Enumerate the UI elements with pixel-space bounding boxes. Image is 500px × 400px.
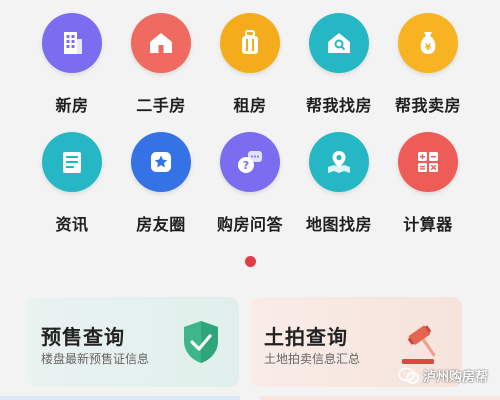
- house-icon: [150, 33, 172, 53]
- calculator-icon: [418, 152, 438, 172]
- menu-item-help-sell-house[interactable]: ¥ 帮我卖房: [383, 13, 473, 116]
- menu-item-label: 二手房: [136, 96, 186, 115]
- menu-item-second-hand-house[interactable]: 二手房: [116, 13, 206, 116]
- svg-text:¥: ¥: [425, 43, 432, 53]
- menu-item-map-find-house[interactable]: 地图找房: [294, 132, 384, 235]
- menu-icon-circle: [309, 13, 369, 73]
- star-badge-icon: [151, 152, 171, 172]
- menu-icon-circle: ¥: [398, 13, 458, 73]
- menu-item-new-house[interactable]: 新房: [27, 13, 117, 116]
- menu-icon-circle: [220, 13, 280, 73]
- menu-item-label: 地图找房: [305, 215, 372, 234]
- menu-item-calculator[interactable]: 计算器: [383, 132, 473, 235]
- menu-item-rent[interactable]: 租房: [205, 13, 295, 116]
- menu-icon-circle: [42, 132, 102, 192]
- building-icon: [64, 32, 82, 54]
- page-indicator-dot: [245, 256, 256, 267]
- menu-item-label: 计算器: [403, 215, 453, 234]
- menu-item-news[interactable]: 资讯: [27, 132, 117, 235]
- menu-icon-circle: [398, 132, 458, 192]
- bottom-strip: [0, 396, 500, 400]
- card-title: 土拍查询: [264, 325, 348, 349]
- wechat-icon: [398, 367, 420, 384]
- menu-item-label: 租房: [233, 96, 267, 115]
- menu-icon-circle: [131, 132, 191, 192]
- menu-item-label: 购房问答: [216, 215, 283, 234]
- menu-icon-circle: [131, 13, 191, 73]
- house-search-icon: [328, 33, 350, 53]
- money-bag-icon: ¥: [420, 32, 436, 54]
- luggage-icon: [242, 30, 258, 54]
- menu-item-house-friends[interactable]: 房友圈: [116, 132, 206, 235]
- watermark: 泸州购房帮: [398, 366, 488, 385]
- menu-item-help-find-house[interactable]: 帮我找房: [294, 13, 384, 116]
- svg-text:?: ?: [243, 159, 249, 172]
- menu-item-label: 资讯: [55, 215, 89, 234]
- news-icon: [63, 152, 81, 173]
- menu-item-label: 新房: [55, 96, 89, 115]
- watermark-text: 泸州购房帮: [423, 370, 489, 385]
- map-pin-icon: [328, 151, 350, 173]
- menu-item-label: 帮我卖房: [394, 96, 461, 115]
- card-subtitle: 楼盘最新预售证信息: [41, 352, 150, 366]
- presale-query-card[interactable]: 预售查询 楼盘最新预售证信息: [27, 297, 239, 387]
- card-subtitle: 土地拍卖信息汇总: [264, 352, 361, 366]
- menu-item-label: 房友圈: [136, 215, 186, 234]
- menu-icon-circle: [42, 13, 102, 73]
- menu-item-label: 帮我找房: [305, 96, 372, 115]
- card-title: 预售查询: [41, 325, 125, 349]
- gavel-icon: [402, 325, 436, 364]
- chat-question-icon: ?: [238, 151, 262, 173]
- menu-icon-circle: ?: [220, 132, 280, 192]
- menu-icon-circle: [309, 132, 369, 192]
- menu-item-buying-qa[interactable]: ? 购房问答: [205, 132, 295, 235]
- shield-check-icon: [184, 321, 218, 363]
